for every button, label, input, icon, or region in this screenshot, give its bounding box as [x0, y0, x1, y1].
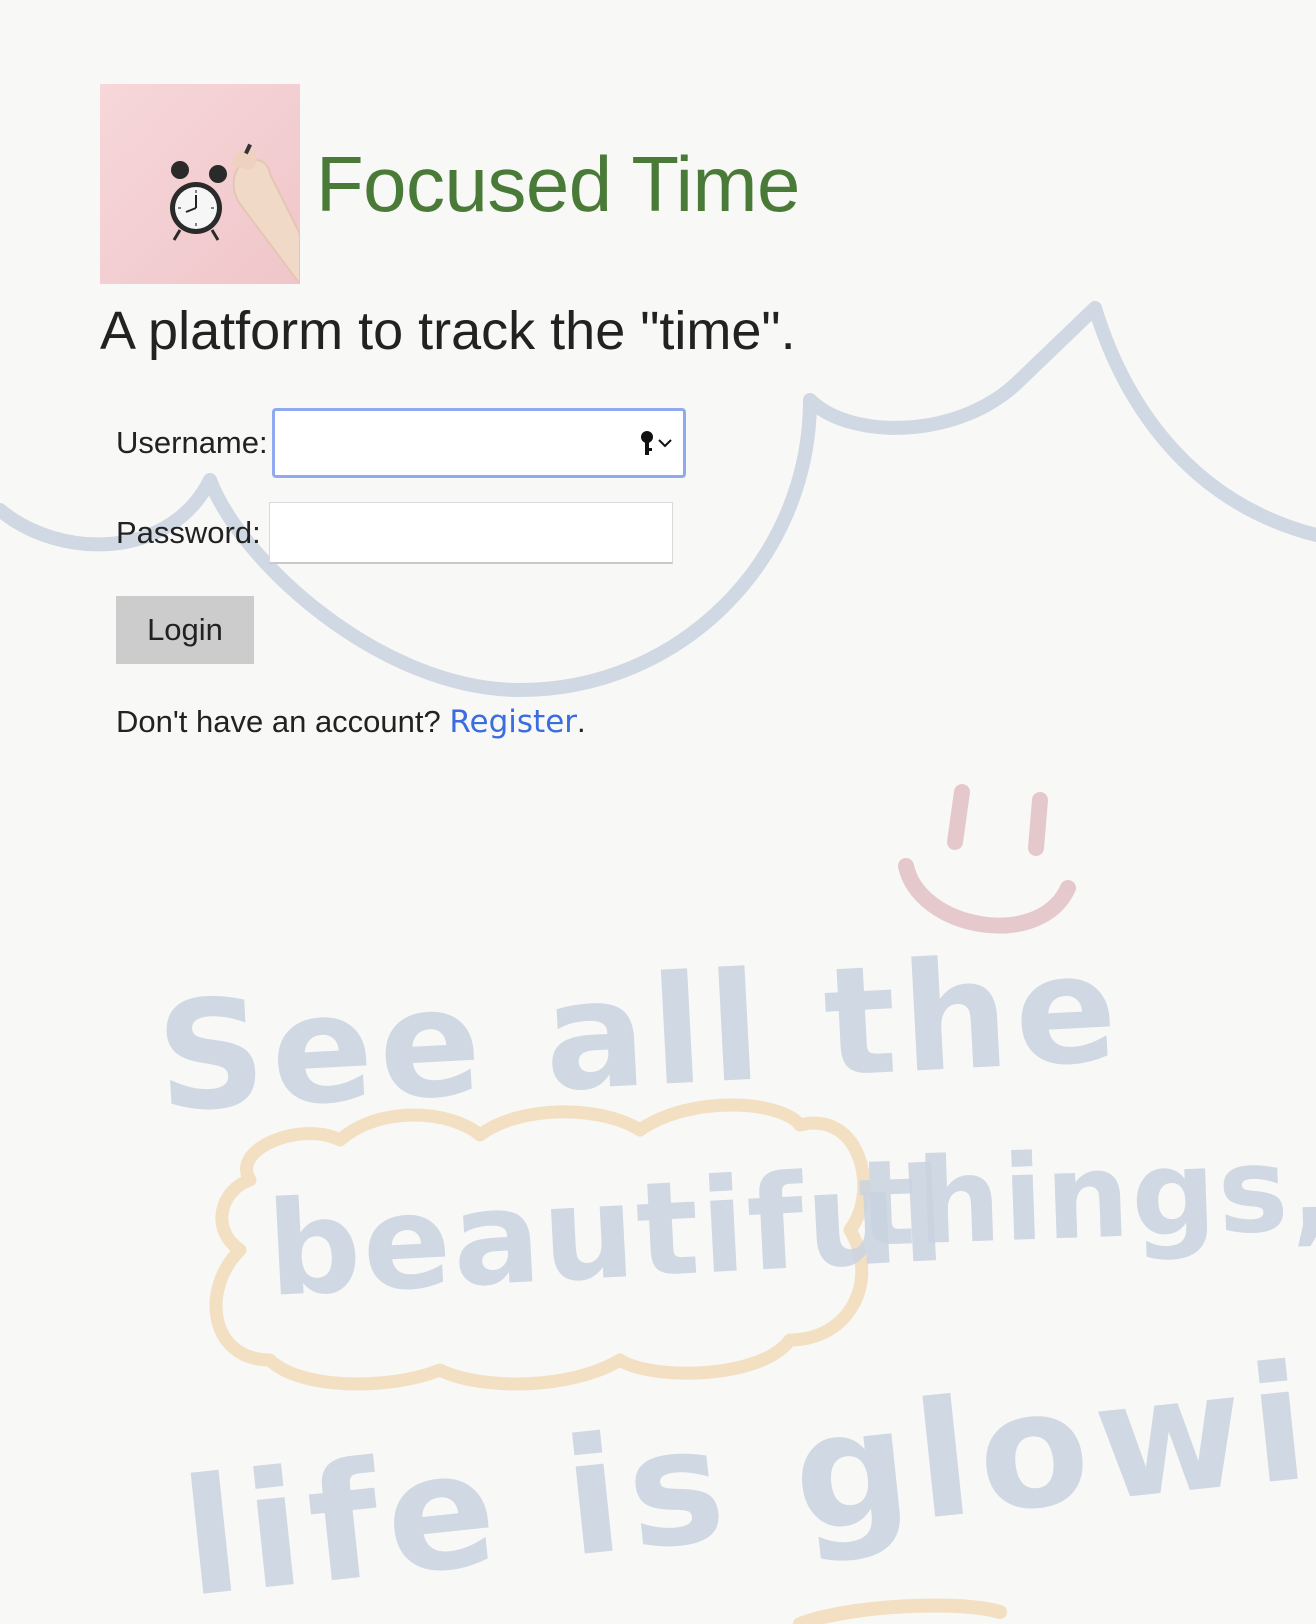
site-header: Focused Time	[100, 84, 800, 284]
password-key-icon[interactable]	[639, 430, 673, 456]
smiley-doodle	[898, 784, 1076, 934]
register-trailing-period: .	[577, 704, 586, 739]
key-icon	[640, 431, 653, 455]
username-field-wrapper	[271, 408, 686, 478]
register-link[interactable]: Register	[449, 704, 577, 740]
bg-text-line3: life is glowing	[174, 1303, 1316, 1624]
bg-text-things: things,	[856, 1118, 1316, 1273]
username-row: Username:	[116, 408, 686, 478]
register-prompt-text: Don't have an account?	[116, 704, 450, 739]
password-label: Password:	[116, 515, 261, 550]
register-prompt: Don't have an account? Register.	[116, 704, 686, 740]
bg-text-line1: See all the	[153, 922, 1127, 1146]
username-label: Username:	[116, 425, 268, 460]
password-input[interactable]	[269, 503, 672, 562]
login-button[interactable]: Login	[116, 596, 254, 664]
password-row: Password:	[116, 502, 686, 564]
login-form: Username: Password: Login Don't have an …	[116, 408, 686, 740]
app-title: Focused Time	[316, 139, 800, 228]
alarm-clock-icon	[170, 143, 300, 284]
username-input[interactable]	[274, 411, 683, 475]
chevron-down-icon	[657, 439, 672, 448]
logo-image	[100, 84, 300, 284]
highlight-bubble	[209, 1098, 871, 1391]
bottom-underline	[793, 1598, 1007, 1624]
bg-text-beautiful: beautiful	[264, 1139, 951, 1326]
password-field-wrapper	[268, 502, 673, 564]
page-tagline: A platform to track the "time".	[100, 301, 796, 361]
